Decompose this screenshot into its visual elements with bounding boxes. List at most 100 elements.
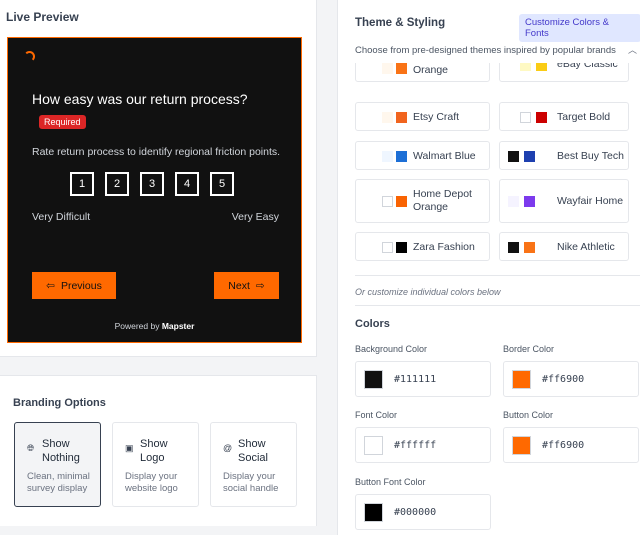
- theme-swatch: [396, 151, 407, 162]
- theme-name: Target Bold: [557, 111, 611, 123]
- font-color-label: Font Color: [355, 410, 398, 420]
- arrow-left-icon: ⇦: [46, 279, 55, 292]
- right-panel: Theme & Styling Customize Colors & Fonts…: [337, 0, 640, 535]
- theme-name: eBay Classic: [557, 63, 618, 70]
- theme-name: Etsy Craft: [413, 111, 460, 123]
- button-font-color-field[interactable]: #000000: [355, 494, 491, 530]
- survey-question: How easy was our return process?: [32, 91, 248, 107]
- button-font-color-label: Button Font Color: [355, 477, 426, 487]
- theme-list[interactable]: Orange eBay Classic Etsy Craft Target Bo…: [338, 63, 640, 273]
- theme-swatch: [536, 112, 547, 123]
- theme-nike-athletic[interactable]: Nike Athletic: [499, 232, 629, 261]
- branding-option-show-logo[interactable]: ▣ Show Logo Display your website logo: [112, 422, 199, 507]
- theme-zara-fashion[interactable]: Zara Fashion: [355, 232, 490, 261]
- theme-name: Nike Athletic: [557, 241, 615, 253]
- theme-name: Orange: [413, 64, 449, 76]
- at-icon: @: [223, 443, 233, 453]
- border-color-value: #ff6900: [542, 374, 585, 385]
- button-color-swatch[interactable]: [512, 436, 531, 455]
- theme-swatch: [396, 112, 407, 123]
- theme-orange[interactable]: Orange: [355, 63, 490, 82]
- image-icon: ▣: [125, 443, 134, 453]
- rating-option-2[interactable]: 2: [105, 172, 129, 196]
- theme-walmart-blue[interactable]: Walmart Blue: [355, 141, 490, 170]
- theme-name: Walmart Blue: [413, 150, 476, 162]
- survey-preview: How easy was our return process? Require…: [7, 37, 302, 343]
- theme-best-buy-tech[interactable]: Best Buy Tech: [499, 141, 629, 170]
- required-badge: Required: [39, 115, 86, 129]
- rating-option-1[interactable]: 1: [70, 172, 94, 196]
- theme-swatch: [396, 242, 407, 253]
- survey-subtext: Rate return process to identify regional…: [32, 146, 281, 158]
- choose-themes-text: Choose from pre-designed themes inspired…: [355, 45, 616, 56]
- rating-option-4[interactable]: 4: [175, 172, 199, 196]
- border-color-label: Border Color: [503, 344, 555, 354]
- theme-swatch: [508, 196, 519, 207]
- font-color-value: #ffffff: [394, 440, 437, 451]
- theme-styling-title: Theme & Styling: [355, 17, 446, 29]
- branding-option-show-nothing[interactable]: 🌐︎ Show Nothing Clean, minimal survey di…: [14, 422, 101, 507]
- branding-option-title: Show Social: [238, 438, 268, 464]
- powered-by: Powered by Mapster: [8, 321, 301, 331]
- left-panel: Live Preview How easy was our return pro…: [0, 0, 318, 535]
- customize-colors-fonts-tab[interactable]: Customize Colors & Fonts: [519, 14, 640, 42]
- theme-swatch: [382, 151, 393, 162]
- theme-swatch: [508, 151, 519, 162]
- button-font-color-value: #000000: [394, 507, 437, 518]
- next-button[interactable]: Next ⇨: [214, 272, 279, 299]
- background-color-swatch[interactable]: [364, 370, 383, 389]
- branding-option-desc: Clean, minimal survey display: [27, 471, 90, 494]
- theme-target-bold[interactable]: Target Bold: [499, 102, 629, 131]
- branding-option-title: Show Nothing: [42, 438, 80, 464]
- border-color-swatch[interactable]: [512, 370, 531, 389]
- theme-name: Home Depot Orange: [413, 188, 472, 213]
- theme-swatch: [382, 63, 393, 74]
- branding-options-title: Branding Options: [13, 397, 106, 409]
- button-color-field[interactable]: #ff6900: [503, 427, 639, 463]
- theme-swatch: [382, 242, 393, 253]
- chevron-up-icon[interactable]: ︿: [628, 43, 637, 56]
- scale-low-label: Very Difficult: [32, 211, 91, 223]
- background-color-label: Background Color: [355, 344, 428, 354]
- branding-option-desc: Display your social handle: [223, 471, 279, 494]
- font-color-swatch[interactable]: [364, 436, 383, 455]
- theme-wayfair-home[interactable]: Wayfair Home: [499, 179, 629, 223]
- theme-swatch: [396, 63, 407, 74]
- button-font-color-swatch[interactable]: [364, 503, 383, 522]
- theme-ebay-classic[interactable]: eBay Classic: [499, 63, 629, 82]
- theme-swatch: [508, 242, 519, 253]
- background-color-field[interactable]: #111111: [355, 361, 491, 397]
- branding-option-title: Show Logo: [140, 438, 168, 464]
- rating-option-5[interactable]: 5: [210, 172, 234, 196]
- theme-swatch: [396, 196, 407, 207]
- theme-etsy-craft[interactable]: Etsy Craft: [355, 102, 490, 131]
- theme-swatch: [524, 196, 535, 207]
- font-color-field[interactable]: #ffffff: [355, 427, 491, 463]
- scale-high-label: Very Easy: [231, 211, 279, 223]
- arrow-right-icon: ⇨: [255, 279, 265, 292]
- branding-option-desc: Display your website logo: [125, 471, 178, 494]
- branding-options-card: Branding Options 🌐︎ Show Nothing Clean, …: [0, 375, 317, 526]
- background-color-value: #111111: [394, 374, 437, 385]
- button-color-value: #ff6900: [542, 440, 585, 451]
- theme-swatch: [524, 151, 535, 162]
- theme-swatch: [520, 63, 531, 71]
- branding-option-show-social[interactable]: @ Show Social Display your social handle: [210, 422, 297, 507]
- next-button-label: Next: [228, 279, 250, 292]
- theme-name: Wayfair Home: [557, 195, 624, 207]
- globe-icon: 🌐︎: [27, 443, 35, 453]
- powered-by-prefix: Powered by: [114, 321, 160, 331]
- theme-name: Zara Fashion: [413, 241, 475, 253]
- theme-swatch: [382, 196, 393, 207]
- button-color-label: Button Color: [503, 410, 554, 420]
- theme-swatch: [536, 63, 547, 71]
- divider: [355, 305, 640, 306]
- rating-option-3[interactable]: 3: [140, 172, 164, 196]
- previous-button[interactable]: ⇦ Previous: [32, 272, 116, 299]
- theme-swatch: [520, 112, 531, 123]
- theme-home-depot-orange[interactable]: Home Depot Orange: [355, 179, 490, 223]
- live-preview-card: Live Preview How easy was our return pro…: [0, 0, 317, 357]
- previous-button-label: Previous: [60, 279, 102, 292]
- border-color-field[interactable]: #ff6900: [503, 361, 639, 397]
- live-preview-title: Live Preview: [6, 10, 79, 24]
